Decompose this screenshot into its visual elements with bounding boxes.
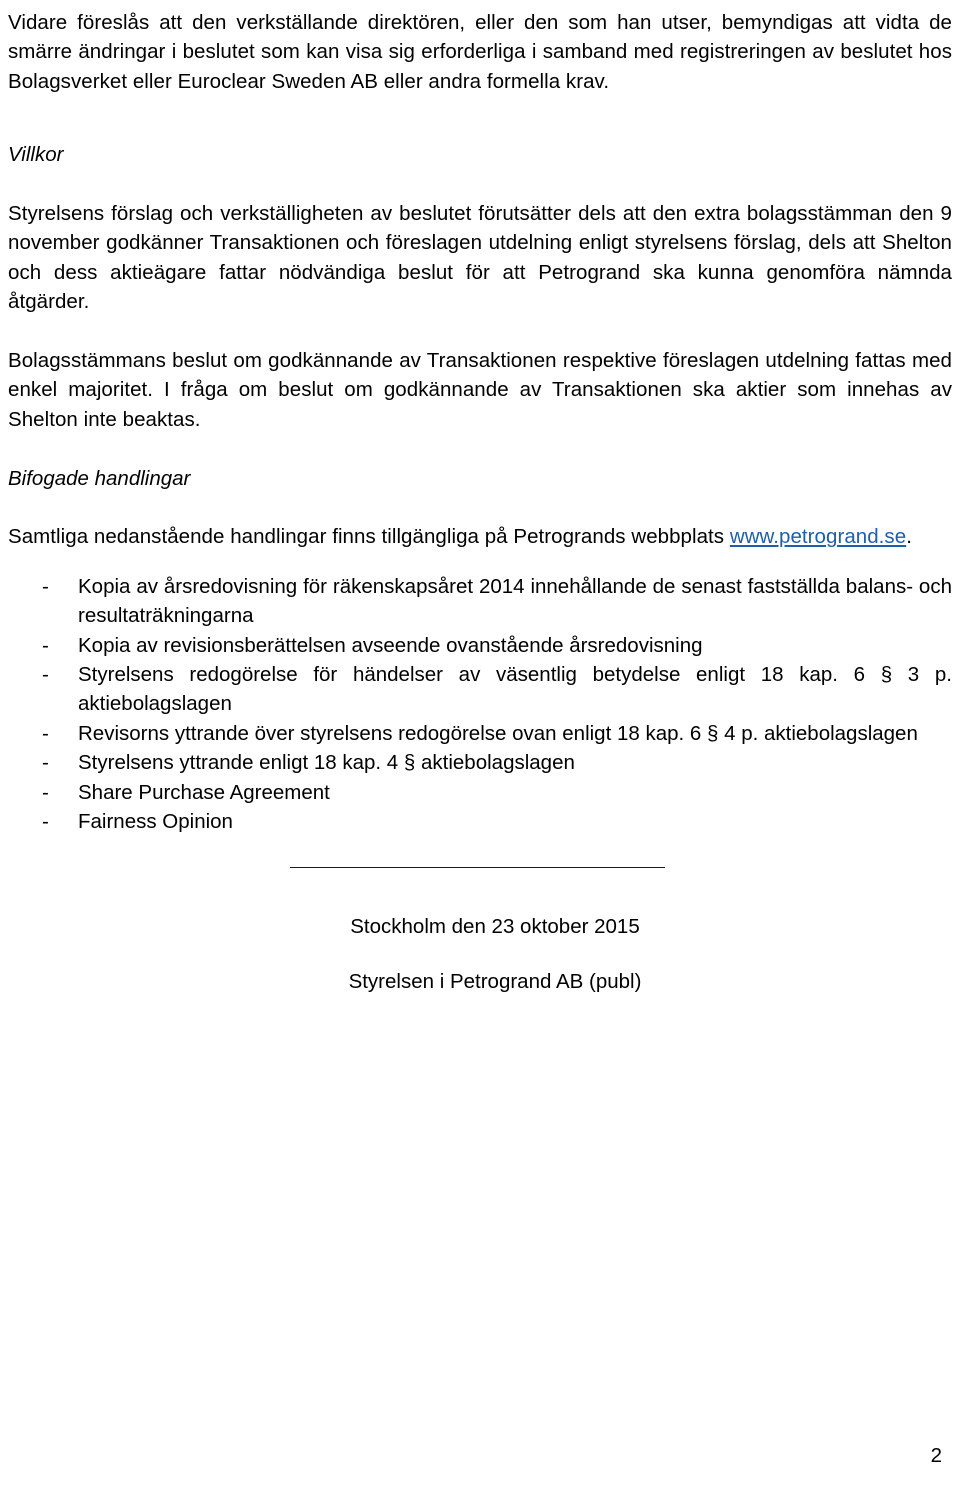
dash-marker-icon: - — [42, 780, 49, 804]
attachments-intro-paragraph: Samtliga nedanstående handlingar finns t… — [8, 522, 952, 551]
signature-rule-wrap — [8, 866, 952, 868]
section-heading-villkor: Villkor — [8, 143, 64, 167]
list-item-label: Styrelsens yttrande enligt 18 kap. 4 § a… — [78, 751, 575, 775]
list-item: - Styrelsens yttrande enligt 18 kap. 4 §… — [8, 748, 952, 777]
dash-marker-icon: - — [42, 810, 49, 834]
document-page: Vidare föreslås att den verkställande di… — [0, 0, 960, 1488]
signature-place-date: Stockholm den 23 oktober 2015 — [350, 914, 640, 938]
villkor-paragraph-2: Bolagsstämmans beslut om godkännande av … — [8, 349, 952, 431]
list-item: - Fairness Opinion — [8, 807, 952, 836]
page-number: 2 — [930, 1444, 942, 1467]
section-heading-bifogade-handlingar: Bifogade handlingar — [8, 466, 191, 490]
list-item: - Kopia av årsredovisning för räkenskaps… — [8, 572, 952, 631]
dash-marker-icon: - — [42, 574, 49, 598]
list-item-label: Share Purchase Agreement — [78, 780, 330, 804]
attachments-intro-text: Samtliga nedanstående handlingar finns t… — [8, 525, 730, 549]
dash-marker-icon: - — [42, 663, 49, 687]
dash-marker-icon: - — [42, 721, 49, 745]
list-item: - Styrelsens redogörelse för händelser a… — [8, 660, 952, 719]
list-item: - Share Purchase Agreement — [8, 778, 952, 807]
signature-signatory: Styrelsen i Petrogrand AB (publ) — [348, 969, 642, 993]
signature-divider — [290, 866, 665, 868]
attachments-intro-period: . — [906, 525, 912, 549]
list-item-label: Revisorns yttrande över styrelsens redog… — [78, 721, 918, 745]
petrogrand-website-link[interactable]: www.petrogrand.se — [730, 525, 906, 548]
list-item: - Revisorns yttrande över styrelsens red… — [8, 719, 952, 748]
attachments-list: - Kopia av årsredovisning för räkenskaps… — [8, 572, 952, 837]
list-item-label: Styrelsens redogörelse för händelser av … — [78, 663, 952, 716]
list-item: - Kopia av revisionsberättelsen avseende… — [8, 631, 952, 660]
page-content: Vidare föreslås att den verkställande di… — [8, 8, 952, 996]
dash-marker-icon: - — [42, 751, 49, 775]
villkor-paragraph-1: Styrelsens förslag och verkställigheten … — [8, 202, 952, 314]
intro-paragraph: Vidare föreslås att den verkställande di… — [8, 11, 952, 93]
list-item-label: Fairness Opinion — [78, 810, 233, 834]
signature-block: Stockholm den 23 oktober 2015 Styrelsen … — [8, 912, 952, 997]
list-item-label: Kopia av revisionsberättelsen avseende o… — [78, 633, 703, 657]
list-item-label: Kopia av årsredovisning för räkenskapsår… — [78, 574, 952, 628]
dash-marker-icon: - — [42, 633, 49, 657]
